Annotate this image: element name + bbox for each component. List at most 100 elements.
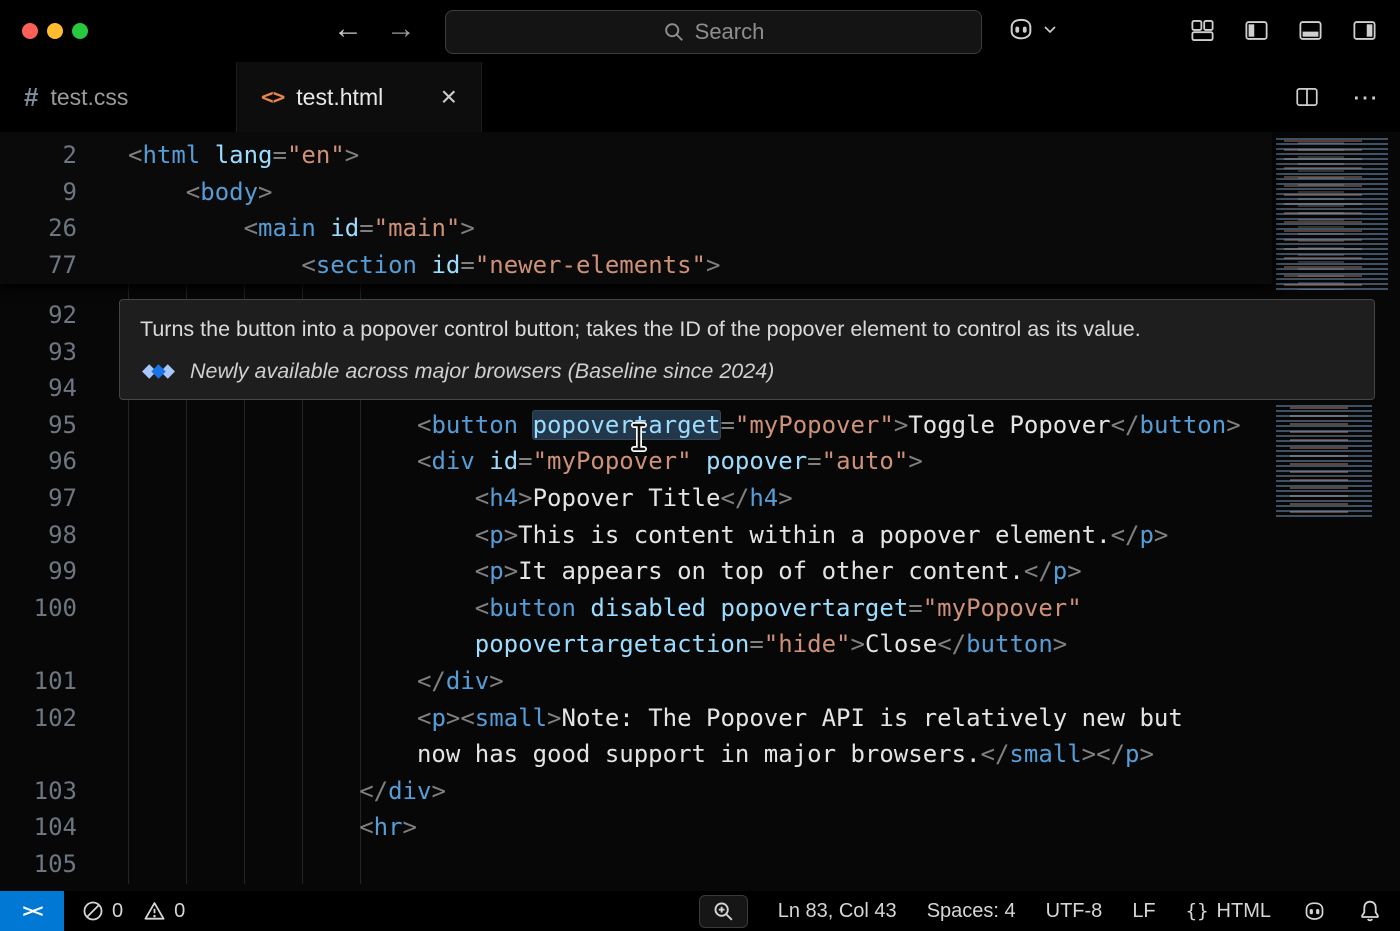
code-token: Popover Title (533, 484, 721, 512)
eol-status[interactable]: LF (1132, 900, 1155, 923)
line-number[interactable]: 105 (0, 846, 77, 883)
code-token: < (475, 594, 489, 622)
sticky-scroll[interactable]: 2<html lang="en">9 <body>26 <main id="ma… (0, 132, 1272, 284)
code-token: h4 (749, 484, 778, 512)
line-number[interactable]: 26 (0, 210, 77, 247)
code-row[interactable]: 104 <hr> (0, 809, 1400, 846)
code-token: ></ (1082, 740, 1125, 768)
indentation-status[interactable]: Spaces: 4 (927, 900, 1016, 923)
cursor-position[interactable]: Ln 83, Col 43 (778, 900, 897, 923)
hover-tooltip: Turns the button into a popover control … (119, 299, 1375, 400)
problems-warnings[interactable]: 0 (143, 900, 185, 923)
toggle-sidebar-left-icon[interactable] (1243, 17, 1270, 44)
code-row[interactable]: 99 <p>It appears on top of other content… (0, 553, 1400, 590)
line-number[interactable]: 93 (0, 334, 77, 371)
toggle-sidebar-right-icon[interactable] (1351, 17, 1378, 44)
line-number[interactable]: 97 (0, 480, 77, 517)
code-row[interactable]: 103 </div> (0, 773, 1400, 810)
code-token: > (1067, 557, 1081, 585)
language-mode[interactable]: {} HTML (1186, 900, 1271, 923)
code-token: small (1009, 740, 1081, 768)
css-file-icon: # (24, 82, 38, 113)
code-row[interactable]: 96 <div id="myPopover" popover="auto"> (0, 443, 1400, 480)
encoding-status[interactable]: UTF-8 (1046, 900, 1103, 923)
zoom-in-icon (712, 900, 735, 923)
bell-icon[interactable] (1358, 899, 1382, 923)
code-text: </div> (128, 663, 504, 700)
split-editor-icon[interactable] (1294, 84, 1320, 110)
code-token: > (706, 251, 720, 279)
code-token: div (446, 667, 489, 695)
tab-test-html[interactable]: <> test.html × (237, 62, 482, 132)
code-token: id (489, 447, 518, 475)
close-tab-icon[interactable]: × (441, 83, 457, 111)
code-token: "newer-elements" (475, 251, 706, 279)
remote-indicator[interactable]: >< (0, 891, 64, 931)
minimap[interactable] (1272, 132, 1400, 891)
error-icon (82, 900, 104, 922)
line-number[interactable]: 95 (0, 407, 77, 444)
code-text: <h4>Popover Title</h4> (128, 480, 793, 517)
vscode-window: { "icons": { "hash": "#", "code": "<>", … (0, 0, 1400, 931)
tab-label: test.html (296, 84, 383, 111)
line-number[interactable]: 2 (0, 137, 77, 174)
line-number[interactable]: 99 (0, 553, 77, 590)
code-row[interactable]: popovertargetaction="hide">Close</button… (0, 626, 1400, 663)
code-token: button (489, 594, 576, 622)
code-token: < (128, 141, 142, 169)
search-placeholder: Search (695, 19, 765, 45)
code-row[interactable]: 105 (0, 846, 1400, 883)
tab-test-css[interactable]: # test.css (0, 62, 237, 132)
code-token: > (518, 484, 532, 512)
warning-count: 0 (174, 900, 185, 923)
line-number[interactable]: 98 (0, 517, 77, 554)
line-number[interactable]: 102 (0, 700, 77, 737)
code-token: popovertarget (720, 594, 908, 622)
code-token (316, 214, 330, 242)
html-file-icon: <> (261, 85, 284, 109)
code-row[interactable]: 9 <body> (0, 174, 1272, 211)
maximize-window-button[interactable] (72, 23, 88, 39)
code-token: > (431, 777, 445, 805)
code-token: popover (706, 447, 807, 475)
code-row[interactable]: 97 <h4>Popover Title</h4> (0, 480, 1400, 517)
code-text: now has good support in major browsers.<… (128, 736, 1154, 773)
line-number[interactable]: 92 (0, 297, 77, 334)
code-token: > (894, 411, 908, 439)
code-row[interactable]: 2<html lang="en"> (0, 137, 1272, 174)
code-token: button (431, 411, 518, 439)
search-input[interactable]: Search (445, 10, 982, 54)
code-row[interactable]: now has good support in major browsers.<… (0, 736, 1400, 773)
line-number[interactable]: 94 (0, 370, 77, 407)
code-row[interactable]: 101 </div> (0, 663, 1400, 700)
editor-pane[interactable]: 92939495 <button popovertarget="myPopove… (0, 132, 1400, 891)
close-window-button[interactable] (22, 23, 38, 39)
code-row[interactable]: 26 <main id="main"> (0, 210, 1272, 247)
code-text: <section id="newer-elements"> (128, 247, 720, 284)
line-number[interactable]: 96 (0, 443, 77, 480)
code-row[interactable]: 77 <section id="newer-elements"> (0, 247, 1272, 284)
forward-arrow-icon[interactable]: → (386, 11, 416, 47)
copilot-menu-button[interactable] (1005, 15, 1058, 43)
code-row[interactable]: 95 <button popovertarget="myPopover">Tog… (0, 407, 1400, 444)
more-actions-icon[interactable]: ⋯ (1352, 82, 1380, 113)
code-row[interactable]: 100 <button disabled popovertarget="myPo… (0, 590, 1400, 627)
line-number[interactable]: 103 (0, 773, 77, 810)
problems-errors[interactable]: 0 (82, 900, 123, 923)
zoom-status-button[interactable] (699, 895, 748, 928)
toggle-panel-icon[interactable] (1297, 17, 1324, 44)
code-token: button (966, 630, 1053, 658)
code-token: > (504, 557, 518, 585)
code-row[interactable]: 98 <p>This is content within a popover e… (0, 517, 1400, 554)
line-number[interactable]: 77 (0, 247, 77, 284)
line-number[interactable]: 100 (0, 590, 77, 627)
line-number[interactable]: 9 (0, 174, 77, 211)
back-arrow-icon[interactable]: ← (333, 11, 363, 47)
minimize-window-button[interactable] (47, 23, 63, 39)
line-number[interactable]: 104 (0, 809, 77, 846)
copilot-status-icon[interactable] (1301, 899, 1328, 923)
code-row[interactable]: 102 <p><small>Note: The Popover API is r… (0, 700, 1400, 737)
code-token: popovertargetaction (475, 630, 750, 658)
line-number[interactable]: 101 (0, 663, 77, 700)
customize-layout-icon[interactable] (1189, 17, 1216, 44)
